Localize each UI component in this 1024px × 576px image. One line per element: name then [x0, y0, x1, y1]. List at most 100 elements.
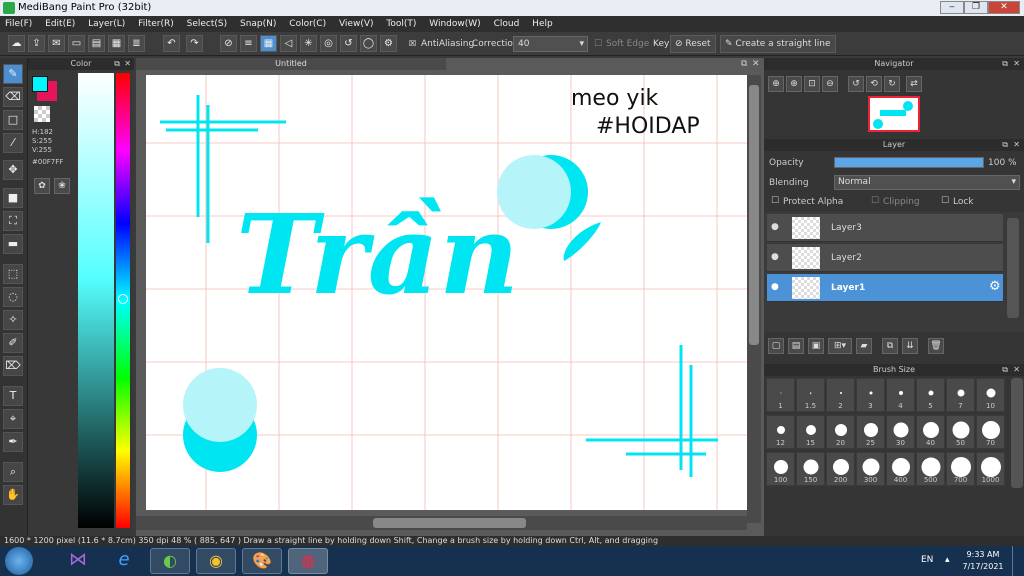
gradient-tool-icon[interactable]: ▬ [3, 234, 23, 254]
layer-row[interactable]: ● Layer3 [767, 214, 1003, 242]
layer-popout-icon[interactable]: ⧉ [1002, 139, 1008, 151]
layer-row[interactable]: ● Layer1 ⚙ [767, 274, 1003, 302]
ellipse-snap-icon[interactable]: ◯ [360, 35, 377, 52]
new-layer-icon[interactable]: ▢ [768, 338, 784, 354]
add-layer-menu-icon[interactable]: ⊞▾ [828, 338, 852, 354]
paint-icon[interactable]: 🎨 [242, 548, 282, 574]
visibility-eye-icon[interactable]: ● [771, 222, 779, 232]
layer-row[interactable]: ● Layer2 [767, 244, 1003, 272]
list-icon[interactable]: ≣ [128, 35, 145, 52]
layer-close-icon[interactable]: ✕ [1013, 139, 1020, 151]
menu-window[interactable]: Window(W) [424, 16, 485, 32]
move-tool-icon[interactable]: ✥ [3, 160, 23, 180]
select-eraser-tool-icon[interactable]: ⌦ [3, 356, 23, 376]
correction-select[interactable]: 40 ▾ [513, 36, 588, 52]
hue-slider-handle[interactable] [118, 294, 128, 304]
lasso-tool-icon[interactable]: ◌ [3, 287, 23, 307]
layer-list-scrollbar[interactable] [1007, 218, 1019, 318]
zoom-tool-icon[interactable]: ⌕ [3, 462, 23, 482]
hand-tool-icon[interactable]: ✋ [3, 485, 23, 505]
cloud-icon[interactable]: ☁ [8, 35, 25, 52]
brush-size-option[interactable]: 100 [766, 452, 795, 486]
settings-icon[interactable]: ⚙ [380, 35, 397, 52]
brush-size-option[interactable]: 1 [766, 378, 795, 412]
zoom-in-2-icon[interactable]: ⊕ [786, 76, 802, 92]
drawing-canvas[interactable]: Trần meo yik #HOIDAP [146, 75, 747, 510]
operation-tool-icon[interactable]: ⌖ [3, 409, 23, 429]
palette-icon[interactable]: ✿ [34, 178, 50, 194]
eraser-tool-icon[interactable]: ⌫ [3, 87, 23, 107]
merge-layer-icon[interactable]: ⇊ [902, 338, 918, 354]
clock[interactable]: 9:33 AM 7/17/2021 [958, 549, 1008, 573]
zoom-out-icon[interactable]: ⊖ [822, 76, 838, 92]
reset-button[interactable]: ⊘ Reset [670, 35, 716, 53]
soft-edge-checkbox[interactable]: ☐ [594, 37, 602, 51]
chrome-icon[interactable]: ◉ [196, 548, 236, 574]
select-pen-tool-icon[interactable]: ✐ [3, 333, 23, 353]
minimize-button[interactable]: ‒ [940, 1, 964, 14]
grid-doc-icon[interactable]: ▦ [108, 35, 125, 52]
input-language[interactable]: EN [921, 555, 933, 565]
clipping-checkbox[interactable]: ☐ [871, 196, 879, 206]
radial-snap-icon[interactable]: ✳ [300, 35, 317, 52]
snap-off-icon[interactable]: ⊘ [220, 35, 237, 52]
brush-size-option[interactable]: 150 [796, 452, 825, 486]
opacity-slider[interactable] [834, 157, 984, 168]
document-tab[interactable]: Untitled [136, 58, 446, 70]
foreground-color-swatch[interactable] [32, 76, 48, 92]
text-tool-icon[interactable]: T [3, 386, 23, 406]
document-icon[interactable]: ▤ [88, 35, 105, 52]
bucket-tool-icon[interactable]: ⛶ [3, 211, 23, 231]
vertical-scroll-thumb[interactable] [749, 85, 759, 345]
horizontal-scrollbar[interactable] [136, 516, 747, 530]
undo-icon[interactable]: ↶ [163, 35, 180, 52]
brush-size-option[interactable]: 4 [886, 378, 915, 412]
menu-cloud[interactable]: Cloud [489, 16, 525, 32]
redo-icon[interactable]: ↷ [186, 35, 203, 52]
brush-size-option[interactable]: 400 [886, 452, 915, 486]
menu-view[interactable]: View(V) [334, 16, 379, 32]
brush-size-popout-icon[interactable]: ⧉ [1002, 364, 1008, 376]
palette-settings-icon[interactable]: ❀ [54, 178, 70, 194]
coccoc-browser-icon[interactable]: ◐ [150, 548, 190, 574]
brush-size-option[interactable]: 2 [826, 378, 855, 412]
brush-size-scrollbar[interactable] [1011, 378, 1023, 488]
duplicate-layer-icon[interactable]: ⧉ [882, 338, 898, 354]
layer-settings-gear-icon[interactable]: ⚙ [989, 279, 1001, 294]
brush-size-option[interactable]: 500 [916, 452, 945, 486]
brush-size-option[interactable]: 15 [796, 415, 825, 449]
tray-arrow-icon[interactable]: ▴ [945, 555, 950, 565]
horizontal-scroll-thumb[interactable] [373, 518, 526, 528]
menu-filter[interactable]: Filter(R) [133, 16, 179, 32]
vertical-scrollbar[interactable] [747, 75, 761, 523]
brush-size-option[interactable]: 3 [856, 378, 885, 412]
lock-checkbox[interactable]: ☐ [941, 196, 949, 206]
brush-size-option[interactable]: 12 [766, 415, 795, 449]
fill-shape-tool-icon[interactable]: ■ [3, 188, 23, 208]
antialiasing-checkbox[interactable]: ☒ [409, 37, 416, 51]
rotate-right-icon[interactable]: ↻ [884, 76, 900, 92]
brush-size-option[interactable]: 20 [826, 415, 855, 449]
fit-icon[interactable]: ⊡ [804, 76, 820, 92]
eyedropper-tool-icon[interactable]: ✒ [3, 432, 23, 452]
brush-size-option[interactable]: 7 [946, 378, 975, 412]
menu-color[interactable]: Color(C) [284, 16, 331, 32]
rotate-left-icon[interactable]: ↺ [848, 76, 864, 92]
circle-snap-icon[interactable]: ◎ [320, 35, 337, 52]
canvas-popout-icon[interactable]: ⧉ [741, 59, 747, 69]
flip-icon[interactable]: ⇄ [906, 76, 922, 92]
blending-select[interactable]: Normal ▾ [834, 175, 1020, 190]
menu-edit[interactable]: Edit(E) [40, 16, 80, 32]
menu-tool[interactable]: Tool(T) [381, 16, 421, 32]
protect-alpha-checkbox[interactable]: ☐ [771, 196, 779, 206]
navigator-close-icon[interactable]: ✕ [1013, 58, 1020, 70]
brush-size-option[interactable]: 50 [946, 415, 975, 449]
new-8bit-layer-icon[interactable]: ▣ [808, 338, 824, 354]
rectangle-tool-icon[interactable]: □ [3, 110, 23, 130]
visual-studio-icon[interactable]: ⋈ [58, 548, 98, 574]
delete-layer-icon[interactable]: 🗑 [928, 338, 944, 354]
create-straight-line-button[interactable]: ✎ Create a straight line [720, 35, 836, 53]
popout-icon[interactable]: ⧉ [114, 58, 120, 70]
brush-size-option[interactable]: 1000 [976, 452, 1005, 486]
menu-file[interactable]: File(F) [0, 16, 37, 32]
